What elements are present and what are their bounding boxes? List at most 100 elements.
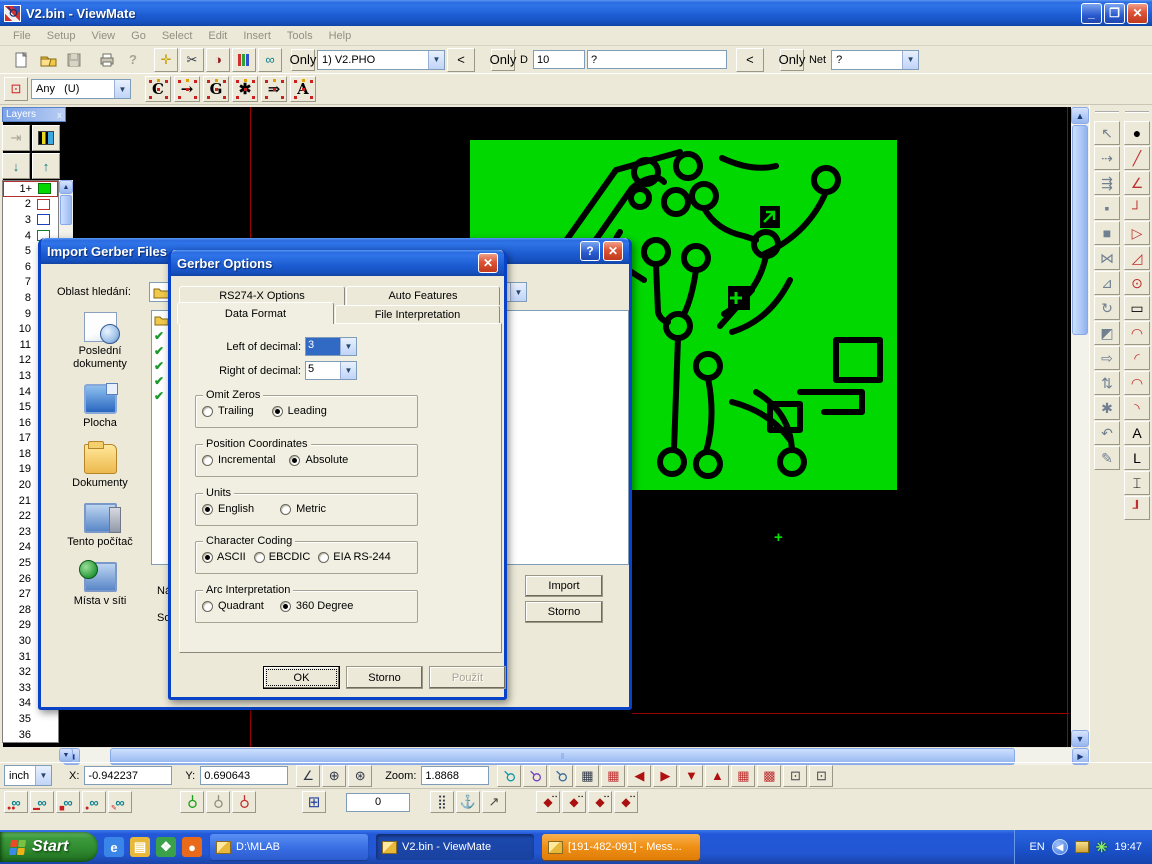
tab-auto-features[interactable]: Auto Features (346, 286, 500, 305)
draw-arc-ccw-icon[interactable]: ◝ (1124, 396, 1150, 420)
menu-item[interactable]: View (84, 28, 122, 44)
ie-quicklaunch-icon[interactable]: e (104, 837, 124, 857)
zoom-grid-icon[interactable]: ⚲ (523, 765, 547, 787)
layer-row[interactable]: 35 (3, 711, 58, 727)
layer-color-swatch[interactable] (37, 729, 50, 740)
draw-arc-icon[interactable]: ◜ (1124, 346, 1150, 370)
anchor-icon[interactable]: ⚓ (456, 791, 480, 813)
view-selection-icon[interactable]: ∞● (82, 791, 106, 813)
place-item[interactable]: Dokumenty (55, 444, 145, 490)
draw-arc-point-icon[interactable]: ◠ (1124, 371, 1150, 395)
step-window-minus-icon[interactable]: ▩ (757, 765, 781, 787)
pan-up-icon[interactable]: ▲ (705, 765, 729, 787)
book-quicklaunch-icon[interactable]: ❖ (156, 837, 176, 857)
menu-item[interactable]: Edit (201, 28, 234, 44)
place-item[interactable]: Poslední dokumenty (55, 312, 145, 371)
select-gerber-button[interactable]: G (203, 76, 229, 102)
taskbar-task[interactable]: [191-482-091] - Mess... (542, 834, 700, 860)
import-button[interactable]: Import (525, 575, 603, 597)
view-text-icon[interactable]: ∞✎ (108, 791, 132, 813)
tray-icq-icon[interactable]: ✳ (1096, 839, 1108, 856)
folder-quicklaunch-icon[interactable]: ▤ (130, 837, 150, 857)
quad-view-icon[interactable]: ⊞ (302, 791, 326, 813)
film-box-icon[interactable]: ▦ (575, 765, 599, 787)
apply-button[interactable]: Použít (429, 666, 506, 689)
radio-option[interactable]: Absolute (289, 454, 348, 466)
layer-color-swatch[interactable] (37, 199, 50, 210)
pan-left-icon[interactable]: ◀ (627, 765, 651, 787)
palette-grip[interactable] (1125, 111, 1149, 117)
tools-icon[interactable]: ✂ (180, 48, 204, 72)
gerber-dialog-titlebar[interactable]: Gerber Options ✕ (171, 250, 504, 276)
pad-pattern-flash-icon[interactable]: ◆ (536, 791, 560, 813)
restore-button[interactable]: ❐ (1104, 3, 1125, 24)
selection-type-combo[interactable]: Any (U) ▼ (31, 79, 131, 99)
window-zoom-icon[interactable]: ⊡ (783, 765, 807, 787)
tab-data-format[interactable]: Data Format (177, 302, 334, 324)
draw-pad-icon[interactable]: ● (1124, 121, 1150, 145)
selection-filter-icon[interactable]: ⊡ (4, 77, 28, 101)
draw-corner-icon[interactable]: ┘ (1124, 196, 1150, 220)
layers-panel-titlebar[interactable]: Layers x (2, 107, 66, 122)
measure-glasses-icon[interactable]: ∞ (258, 48, 282, 72)
origin-icon[interactable]: ⊕ (322, 765, 346, 787)
draw-spline-icon[interactable]: ▷ (1124, 221, 1150, 245)
taskbar-task[interactable]: D:\MLAB (210, 834, 368, 860)
copy-to-icon[interactable]: ⇢ (1094, 146, 1120, 170)
radio-option[interactable]: Incremental (202, 454, 275, 466)
open-file-icon[interactable] (36, 48, 60, 72)
draw-text-icon[interactable]: A (1124, 421, 1150, 445)
import-cancel-button[interactable]: Storno (525, 601, 603, 623)
highlight-on-icon[interactable]: ⚲ (180, 791, 204, 813)
menu-item[interactable]: Go (124, 28, 153, 44)
small-square-icon[interactable]: ▪ (1094, 196, 1120, 220)
start-button[interactable]: Start (0, 832, 98, 862)
select-net-button[interactable]: ⇒ (261, 76, 287, 102)
draw-line-icon[interactable]: ╱ (1124, 146, 1150, 170)
scroll-up-icon[interactable]: ▲ (1071, 107, 1089, 124)
grid-value-field[interactable]: 0 (346, 793, 410, 812)
save-file-icon[interactable] (62, 48, 86, 72)
right-of-decimal-combo[interactable]: 5▼ (305, 361, 357, 380)
layer-move-up-icon[interactable]: ↑ (32, 153, 60, 179)
copy-multiple-icon[interactable]: ⇶ (1094, 171, 1120, 195)
highlight-outline-icon[interactable]: ⚲ (232, 791, 256, 813)
layer-film-icon[interactable] (32, 125, 60, 151)
view-traces-icon[interactable]: ∞▬ (30, 791, 54, 813)
draw-rectangle-icon[interactable]: ▭ (1124, 296, 1150, 320)
taskbar-task[interactable]: V2.bin - ViewMate (376, 834, 534, 860)
firefox-quicklaunch-icon[interactable]: ● (182, 837, 202, 857)
window-select-icon[interactable]: ⊡ (809, 765, 833, 787)
radio-option[interactable]: ASCII (202, 551, 246, 563)
dcode-input[interactable]: 10 (533, 50, 585, 69)
dcode-filter-input[interactable]: ? (587, 50, 727, 69)
new-file-icon[interactable] (10, 48, 34, 72)
layer-insert-icon[interactable]: ⇥ (2, 125, 30, 151)
dialog-close-icon[interactable]: ✕ (603, 241, 623, 261)
only-net-button[interactable]: Only (780, 49, 804, 71)
previous-dcode-button[interactable]: < (736, 48, 764, 72)
pad-pattern-mirror-icon[interactable]: ◆ (614, 791, 638, 813)
ok-button[interactable]: OK (263, 666, 340, 689)
draw-logo-icon[interactable]: L (1124, 446, 1150, 470)
layer-move-down-icon[interactable]: ↓ (2, 153, 30, 179)
unit-combo[interactable]: inch▼ (4, 765, 52, 786)
layer-color-swatch[interactable] (37, 214, 50, 225)
only-dcode-button[interactable]: Only (491, 49, 515, 71)
draw-triangle-icon[interactable]: ◿ (1124, 246, 1150, 270)
view-polygons-icon[interactable]: ∞◼ (56, 791, 80, 813)
view-pads-icon[interactable]: ∞●● (4, 791, 28, 813)
palette-grip[interactable] (1095, 111, 1119, 117)
select-flash-button[interactable]: ✱ (232, 76, 258, 102)
zoom-value[interactable]: 1.8868 (421, 766, 489, 785)
vector-move-icon[interactable]: ↗ (482, 791, 506, 813)
draw-bend-icon[interactable]: ┚ (1124, 496, 1150, 520)
draw-arc-line-icon[interactable]: ◠ (1124, 321, 1150, 345)
pan-right-icon[interactable]: ▶ (653, 765, 677, 787)
cancel-button[interactable]: Storno (346, 666, 423, 689)
close-button[interactable]: ✕ (1127, 3, 1148, 24)
layer-row[interactable]: 3 (3, 212, 58, 228)
previous-layer-button[interactable]: < (447, 48, 475, 72)
target-tool-icon[interactable]: ✛ (154, 48, 178, 72)
left-of-decimal-combo[interactable]: 3▼ (305, 337, 357, 356)
